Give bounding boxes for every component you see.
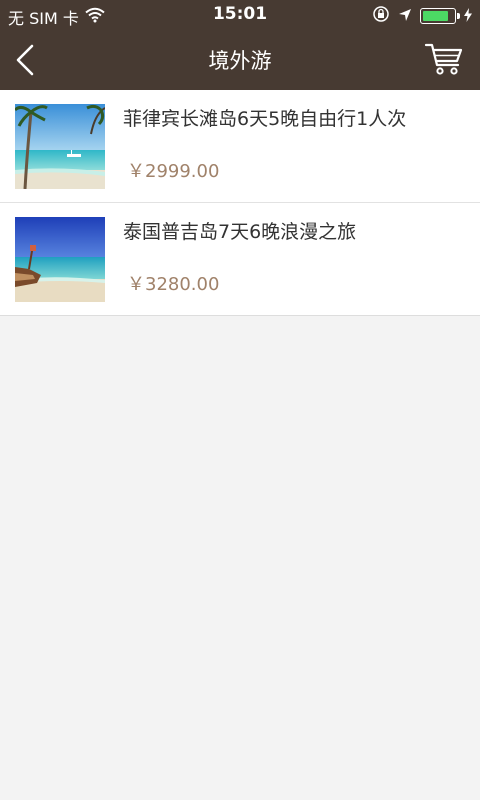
- battery-icon: [420, 8, 460, 24]
- nav-bar: 境外游: [0, 30, 480, 90]
- rotation-lock-icon: [372, 5, 390, 27]
- product-title: 菲律宾长滩岛6天5晚自由行1人次: [123, 108, 407, 130]
- product-thumbnail: [15, 217, 105, 302]
- product-thumbnail: [15, 104, 105, 189]
- product-price: ￥3280.00: [127, 274, 220, 295]
- status-bar: 无 SIM 卡 15:01: [0, 0, 480, 30]
- charging-bolt-icon: [464, 7, 472, 26]
- battery-level: [423, 11, 448, 21]
- location-arrow-icon: [398, 7, 412, 26]
- product-price: ￥2999.00: [127, 161, 220, 182]
- shopping-cart-icon: [424, 43, 463, 75]
- list-item[interactable]: 菲律宾长滩岛6天5晚自由行1人次 ￥2999.00: [0, 90, 480, 203]
- product-title: 泰国普吉岛7天6晚浪漫之旅: [123, 221, 357, 243]
- cart-button[interactable]: [424, 41, 464, 77]
- list-item[interactable]: 泰国普吉岛7天6晚浪漫之旅 ￥3280.00: [0, 203, 480, 315]
- product-list: 菲律宾长滩岛6天5晚自由行1人次 ￥2999.00 泰国普吉岛7天6晚浪漫之旅 …: [0, 90, 480, 316]
- page-title: 境外游: [208, 49, 272, 73]
- status-right: [372, 5, 472, 27]
